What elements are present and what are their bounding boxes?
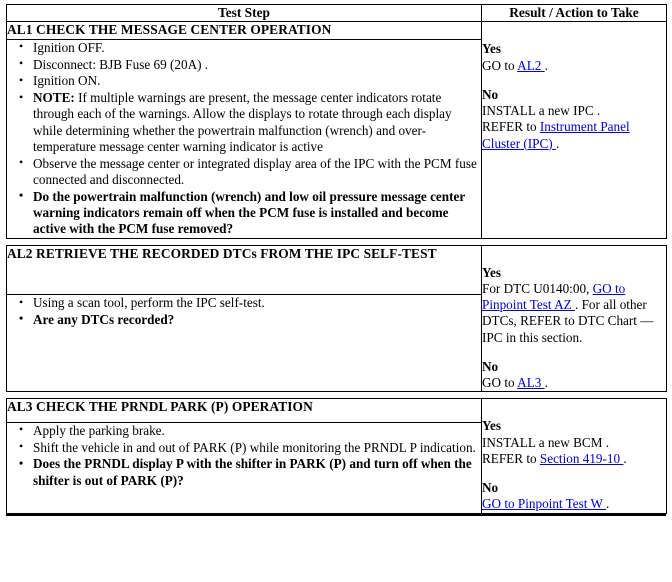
result-no-al3-link-0[interactable]: GO to Pinpoint Test W <box>482 496 606 511</box>
diagnostic-procedure-table: Test Step Result / Action to Take AL1 CH… <box>6 3 667 514</box>
result-no-action-al1: INSTALL a new IPC . REFER to Instrument P… <box>482 103 666 152</box>
result-yes-al1-link-1[interactable]: AL2 <box>517 58 544 73</box>
result-yes-label-al2: Yes <box>482 264 502 280</box>
result-cell-al1: Yes GO to AL2 . No INSTALL a new IPC . REFER… <box>481 21 667 239</box>
steps-cell-al3: Apply the parking brake.Shift the vehicl… <box>6 421 482 514</box>
section-title-row-al1: AL1 CHECK THE MESSAGE CENTER OPERATION Ye… <box>6 21 667 239</box>
result-no-al2-text-0: GO to <box>482 375 518 391</box>
result-no-label-al2: No <box>482 358 499 374</box>
step-text: If multiple warnings are present, the me… <box>33 90 452 154</box>
step-item: NOTE: If multiple warnings are present, … <box>19 90 481 155</box>
result-yes-al3-text-1: REFER to <box>482 450 540 466</box>
steps-cell-al2: Using a scan tool, perform the IPC self-… <box>6 294 482 393</box>
result-no-al2-text-2: . <box>544 375 548 391</box>
section-separator <box>6 391 667 399</box>
column-header-test-step: Test Step <box>6 3 482 23</box>
section-title-al2: AL2 RETRIEVE THE RECORDED DTCs FROM THE … <box>6 244 482 296</box>
result-yes-al2-text-0: For DTC U0140:00, <box>482 281 593 297</box>
result-yes-action-al3: INSTALL a new BCM . REFER to Section 419-… <box>482 435 666 467</box>
step-item: Are any DTCs recorded? <box>19 311 481 328</box>
result-yes-label-al1: Yes <box>482 41 502 57</box>
result-yes-al3-text-0: INSTALL a new BCM . <box>482 434 610 450</box>
step-list-al1: Ignition OFF.Disconnect: BJB Fuse 69 (20… <box>7 39 481 238</box>
result-cell-al3: Yes INSTALL a new BCM . REFER to Section 4… <box>481 398 667 514</box>
result-yes-al3-text-3: . <box>623 450 627 466</box>
step-item: Disconnect: BJB Fuse 69 (20A) . <box>19 56 481 73</box>
column-header-result-action: Result / Action to Take <box>481 3 667 23</box>
result-no-action-al3: GO to Pinpoint Test W . <box>482 496 666 512</box>
section-separator-left <box>6 238 482 246</box>
result-no-label-al1: No <box>482 86 499 102</box>
step-item: Shift the vehicle in and out of PARK (P)… <box>19 439 481 456</box>
result-no-action-al2: GO to AL3 . <box>482 375 666 391</box>
result-yes-action-al1: GO to AL2 . <box>482 58 666 74</box>
step-item: Observe the message center or integrated… <box>19 155 481 188</box>
result-no-al1-text-3: . <box>556 135 560 151</box>
section-title-al1: AL1 CHECK THE MESSAGE CENTER OPERATION <box>6 21 482 40</box>
result-yes-action-al2: For DTC U0140:00, GO to Pinpoint Test AZ… <box>482 281 666 346</box>
header-row: Test Step Result / Action to Take <box>6 3 667 23</box>
table-body: AL1 CHECK THE MESSAGE CENTER OPERATION Ye… <box>6 21 667 514</box>
section-title-row-al2: AL2 RETRIEVE THE RECORDED DTCs FROM THE … <box>6 244 667 393</box>
section-title-al3: AL3 CHECK THE PRNDL PARK (P) OPERATION <box>6 398 482 423</box>
step-item: Ignition OFF. <box>19 39 481 56</box>
table-bottom-rule <box>6 513 666 519</box>
step-note-label: NOTE: <box>33 90 75 106</box>
table-header: Test Step Result / Action to Take <box>6 3 667 23</box>
result-spacer <box>482 346 666 359</box>
result-no-label-al3: No <box>482 480 499 496</box>
result-spacer <box>482 467 666 480</box>
section-title-row-al3: AL3 CHECK THE PRNDL PARK (P) OPERATION Ye… <box>6 398 667 514</box>
section-separator-right <box>481 391 667 399</box>
result-no-al1-text-0: INSTALL a new IPC . <box>482 103 601 119</box>
result-no-al2-link-1[interactable]: AL3 <box>517 375 544 390</box>
step-item: Does the PRNDL display P with the shifte… <box>19 456 481 488</box>
result-yes-al1-text-0: GO to <box>482 57 518 73</box>
section-separator-left <box>6 391 482 399</box>
procedure-page: Test Step Result / Action to Take AL1 CH… <box>0 0 672 582</box>
step-item: Do the powertrain malfunction (wrench) a… <box>19 188 481 238</box>
step-item: Using a scan tool, perform the IPC self-… <box>19 295 481 311</box>
result-yes-al3-link-2[interactable]: Section 419-10 <box>540 451 624 466</box>
section-separator-right <box>481 238 667 246</box>
result-yes-al1-text-2: . <box>544 57 548 73</box>
result-no-al1-text-1: REFER to <box>482 119 540 135</box>
result-no-al3-text-1: . <box>606 496 610 512</box>
result-cell-al2: Yes For DTC U0140:00, GO to Pinpoint Test… <box>481 244 667 393</box>
step-list-al2: Using a scan tool, perform the IPC self-… <box>7 295 481 328</box>
result-spacer <box>482 74 666 87</box>
section-separator <box>6 238 667 246</box>
steps-cell-al1: Ignition OFF.Disconnect: BJB Fuse 69 (20… <box>6 38 482 239</box>
result-yes-label-al3: Yes <box>482 418 502 434</box>
step-list-al3: Apply the parking brake.Shift the vehicl… <box>7 422 481 489</box>
step-item: Ignition ON. <box>19 73 481 89</box>
step-item: Apply the parking brake. <box>19 422 481 439</box>
